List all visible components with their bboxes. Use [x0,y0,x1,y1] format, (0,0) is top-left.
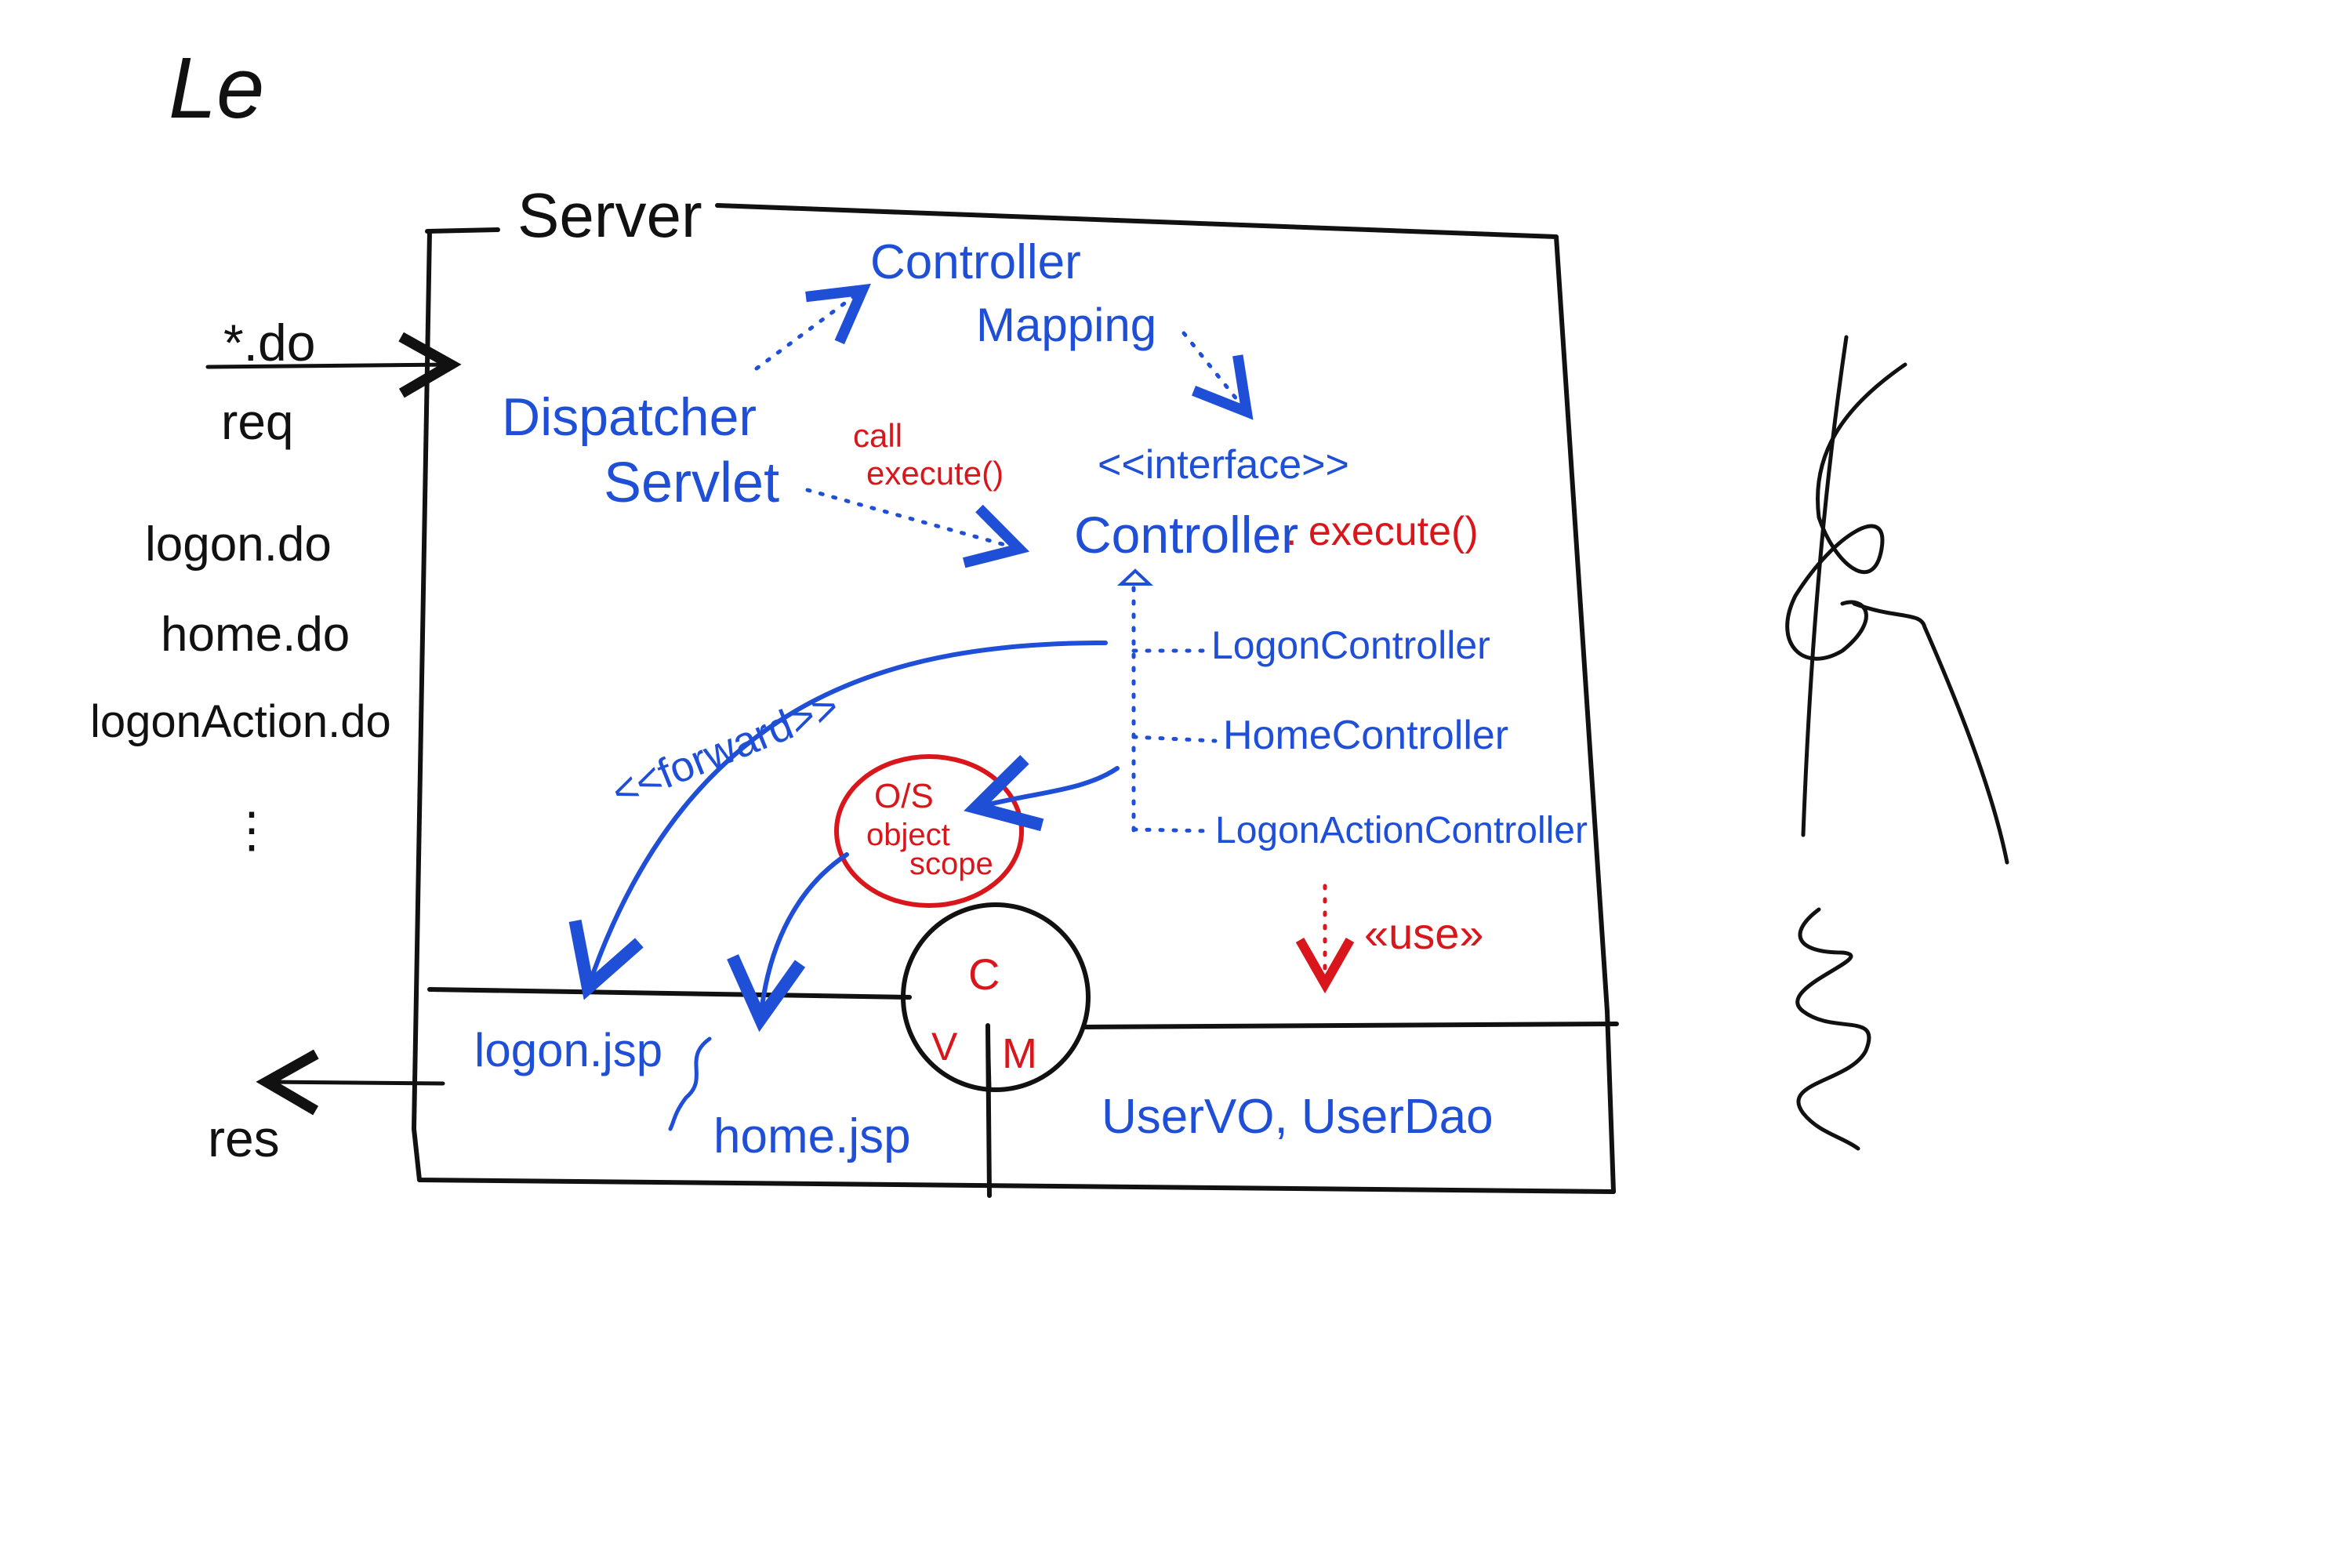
url-home: home.do [161,608,350,662]
dotted-arrow-dispatcher-to-mapping [754,283,871,371]
dispatcher-line1: Dispatcher [502,387,757,447]
server-label: Server [517,180,702,250]
dotted-arrow-dispatcher-to-controller [805,488,1030,568]
controller-home: HomeController [1223,713,1508,758]
mvc-controller-letter: C [968,949,1000,999]
architecture-diagram: Le Server *.do req logon.do home.do logo… [90,40,2009,1198]
request-pattern: *.do [223,314,315,372]
forward-arrow-to-logon [568,641,1108,1000]
controller-logon: LogonController [1211,623,1490,667]
mvc-view-letter: V [931,1025,958,1069]
controller-logon-action: LogonActionController [1215,810,1588,851]
mapping-line1: Controller [870,235,1081,289]
mapping-line2: Mapping [976,299,1156,351]
controller-execute-method: . execute() [1286,509,1479,554]
forward-label: <<forward>> [605,683,845,816]
right-side-scribble-squiggle [1795,907,1871,1151]
view-logon-jsp: logon.jsp [474,1024,662,1076]
dotted-arrow-mapping-to-controller [1181,331,1254,420]
interface-stereotype: <<interface>> [1098,442,1349,488]
header-scribble: Le [169,40,264,136]
url-ellipsis: ⋮ [227,804,276,858]
arrow-controller-to-object-scope [964,755,1120,832]
inheritance-lines [1116,568,1218,833]
model-classes: UserVO, UserDao [1102,1090,1494,1144]
call-note-line1: call [853,417,902,454]
response-label: res [208,1109,280,1167]
request-label: req [221,394,294,450]
response-arrow [256,1049,445,1116]
call-note-line2: execute() [866,455,1004,492]
controller-interface-name: Controller [1074,506,1298,564]
view-home-jsp: home.jsp [713,1109,911,1163]
url-logon-action: logonAction.do [90,696,391,747]
object-scope-line1: O/S [874,777,934,815]
url-logon: logon.do [145,517,332,572]
right-side-scribble-figure [1785,335,2009,865]
object-scope-line3: scope [909,847,993,881]
mvc-model-letter: M [1002,1030,1037,1077]
dispatcher-line2: Servlet [604,452,779,514]
view-separator-squiggle [668,1036,712,1131]
use-label: «use» [1364,909,1484,958]
